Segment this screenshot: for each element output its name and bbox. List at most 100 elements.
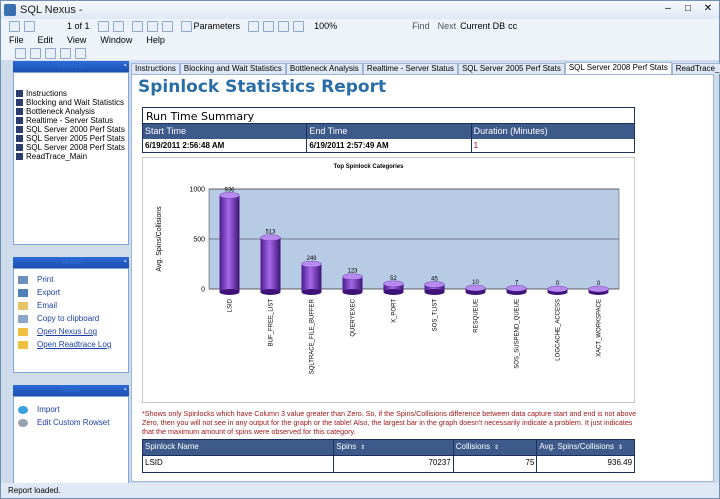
tool-edit-custom-rowset[interactable]: Edit Custom Rowset: [18, 416, 124, 429]
next-button[interactable]: Next: [438, 21, 457, 31]
report-item-blocking[interactable]: Blocking and Wait Statistics: [16, 98, 126, 107]
collapse-icon[interactable]: ◔: [122, 385, 127, 394]
x-tick-label: SOS_TLIST: [433, 299, 439, 332]
summary-title: Run Time Summary: [143, 108, 634, 124]
task-label: Open Nexus Log: [37, 327, 98, 336]
page-setup-icon[interactable]: [278, 20, 290, 32]
page-indicator: 1 of 1: [67, 21, 90, 31]
task-label: Open Readtrace Log: [37, 340, 112, 349]
col-header-label: Spinlock Name: [145, 442, 199, 451]
data-label: 936: [224, 187, 235, 193]
stop-icon[interactable]: [146, 20, 158, 32]
cell-name: LSID: [143, 456, 335, 472]
bar-base: [260, 289, 281, 295]
data-label: 513: [265, 230, 276, 236]
report-item-bottleneck[interactable]: Bottleneck Analysis: [16, 107, 126, 116]
find-button[interactable]: Find: [412, 21, 430, 31]
last-page-icon[interactable]: [112, 20, 124, 32]
tab-sql2008[interactable]: SQL Server 2008 Perf Stats: [564, 62, 672, 74]
col-header-spins[interactable]: Spins ⇕: [334, 440, 454, 455]
print-icon[interactable]: [248, 20, 260, 32]
task-email[interactable]: Email: [18, 299, 124, 312]
save-icon[interactable]: [293, 20, 305, 32]
minimize-button[interactable]: –: [661, 3, 675, 14]
menu-view[interactable]: View: [67, 35, 86, 45]
sort-icon[interactable]: ⇕: [360, 445, 365, 451]
tab-readtrace[interactable]: ReadTrace_Main: [671, 63, 720, 74]
summary-header-duration: Duration (Minutes): [471, 124, 634, 139]
collapse-icon[interactable]: ◔: [122, 257, 127, 266]
tasks-panel-header[interactable]: Tasks ◔: [13, 257, 129, 268]
collapse-icon[interactable]: ◔: [122, 61, 127, 70]
chart-svg: Top Spinlock Categories 0 500 1000 Avg. Spin…: [156, 164, 620, 374]
tool-import[interactable]: Import: [18, 403, 124, 416]
current-db-select[interactable]: cc: [508, 21, 517, 31]
task-export[interactable]: Export: [18, 286, 124, 299]
tab-bottleneck[interactable]: Bottleneck Analysis: [285, 63, 363, 74]
task-open-readtrace-log[interactable]: Open Readtrace Log: [18, 338, 124, 351]
parameters-button[interactable]: Parameters: [194, 21, 241, 31]
refresh-icon[interactable]: [161, 20, 173, 32]
import-icon[interactable]: [45, 47, 56, 59]
task-open-nexus-log[interactable]: Open Nexus Log: [18, 325, 124, 338]
prev-page-icon[interactable]: [24, 20, 35, 32]
menu-window[interactable]: Window: [100, 35, 132, 45]
status-bar: Report loaded.: [1, 483, 719, 498]
x-tick-label: BUF_FREE_LIST: [269, 299, 275, 347]
reports-panel-header[interactable]: Reports ◔: [13, 61, 129, 72]
x-tick-label: SQLTRACE_FILE_BUFFER: [310, 298, 316, 374]
tab-blocking[interactable]: Blocking and Wait Statistics: [179, 63, 286, 74]
next-page-icon[interactable]: [97, 20, 109, 32]
col-header-collisions[interactable]: Collisions ⇕: [453, 440, 538, 455]
col-header-name[interactable]: Spinlock Name: [143, 440, 335, 455]
tab-sql2005[interactable]: SQL Server 2005 Perf Stats: [457, 63, 565, 74]
report-item-realtime[interactable]: Realtime - Server Status: [16, 116, 126, 125]
report-item-readtrace[interactable]: ReadTrace_Main: [16, 152, 126, 161]
x-tick-label: X_PORT: [392, 299, 398, 323]
window-title: SQL Nexus -: [20, 4, 83, 16]
bar: [260, 237, 281, 292]
task-copy[interactable]: Copy to clipboard: [18, 312, 124, 325]
parameters-icon[interactable]: [180, 20, 192, 32]
close-button[interactable]: ✕: [701, 3, 715, 14]
report-item-sql2000[interactable]: SQL Server 2000 Perf Stats: [16, 125, 126, 134]
reports-list: Instructions Blocking and Wait Statistic…: [13, 72, 129, 245]
bar: [219, 195, 240, 292]
x-tick-label: RESQUEUE: [474, 299, 480, 333]
menu-help[interactable]: Help: [146, 35, 165, 45]
zoom-select[interactable]: 100%: [314, 21, 384, 31]
open-icon[interactable]: [30, 47, 41, 59]
col-header-avg[interactable]: Avg. Spins/Collisions ⇕: [537, 440, 635, 455]
sort-icon[interactable]: ⇕: [618, 445, 623, 451]
menu-bar: File Edit View Window Help: [1, 33, 719, 46]
first-page-icon[interactable]: [9, 20, 20, 32]
report-item-sql2008[interactable]: SQL Server 2008 Perf Stats: [16, 143, 126, 152]
report-content: Spinlock Statistics Report Run Time Summ…: [131, 74, 714, 482]
help-icon[interactable]: [75, 47, 86, 59]
data-label: 45: [431, 277, 438, 283]
tools-panel-header[interactable]: Tools ◔: [13, 385, 129, 396]
report-toolbar: 1 of 1 Parameters 100% Find Next Current…: [1, 19, 719, 33]
new-icon[interactable]: [15, 47, 26, 59]
tab-realtime[interactable]: Realtime - Server Status: [362, 63, 458, 74]
menu-edit[interactable]: Edit: [38, 35, 54, 45]
email-icon: [18, 301, 28, 310]
print-layout-icon[interactable]: [263, 20, 275, 32]
report-label: Blocking and Wait Statistics: [26, 98, 124, 107]
print-icon: [18, 275, 28, 284]
report-label: SQL Server 2005 Perf Stats: [26, 134, 125, 143]
task-print[interactable]: Print: [18, 273, 124, 286]
database-icon[interactable]: [60, 47, 71, 59]
menu-file[interactable]: File: [9, 35, 24, 45]
y-tick-label: 500: [193, 237, 205, 244]
report-item-sql2005[interactable]: SQL Server 2005 Perf Stats: [16, 134, 126, 143]
report-label: SQL Server 2008 Perf Stats: [26, 143, 125, 152]
tab-instructions[interactable]: Instructions: [131, 63, 180, 74]
cell-collisions: 75: [454, 456, 538, 472]
report-item-instructions[interactable]: Instructions: [16, 89, 126, 98]
back-icon[interactable]: [131, 20, 143, 32]
tool-label: Edit Custom Rowset: [37, 418, 110, 427]
summary-end-value: 6/19/2011 2:57:49 AM: [307, 139, 472, 152]
sort-icon[interactable]: ⇕: [494, 445, 499, 451]
maximize-button[interactable]: □: [681, 3, 695, 14]
